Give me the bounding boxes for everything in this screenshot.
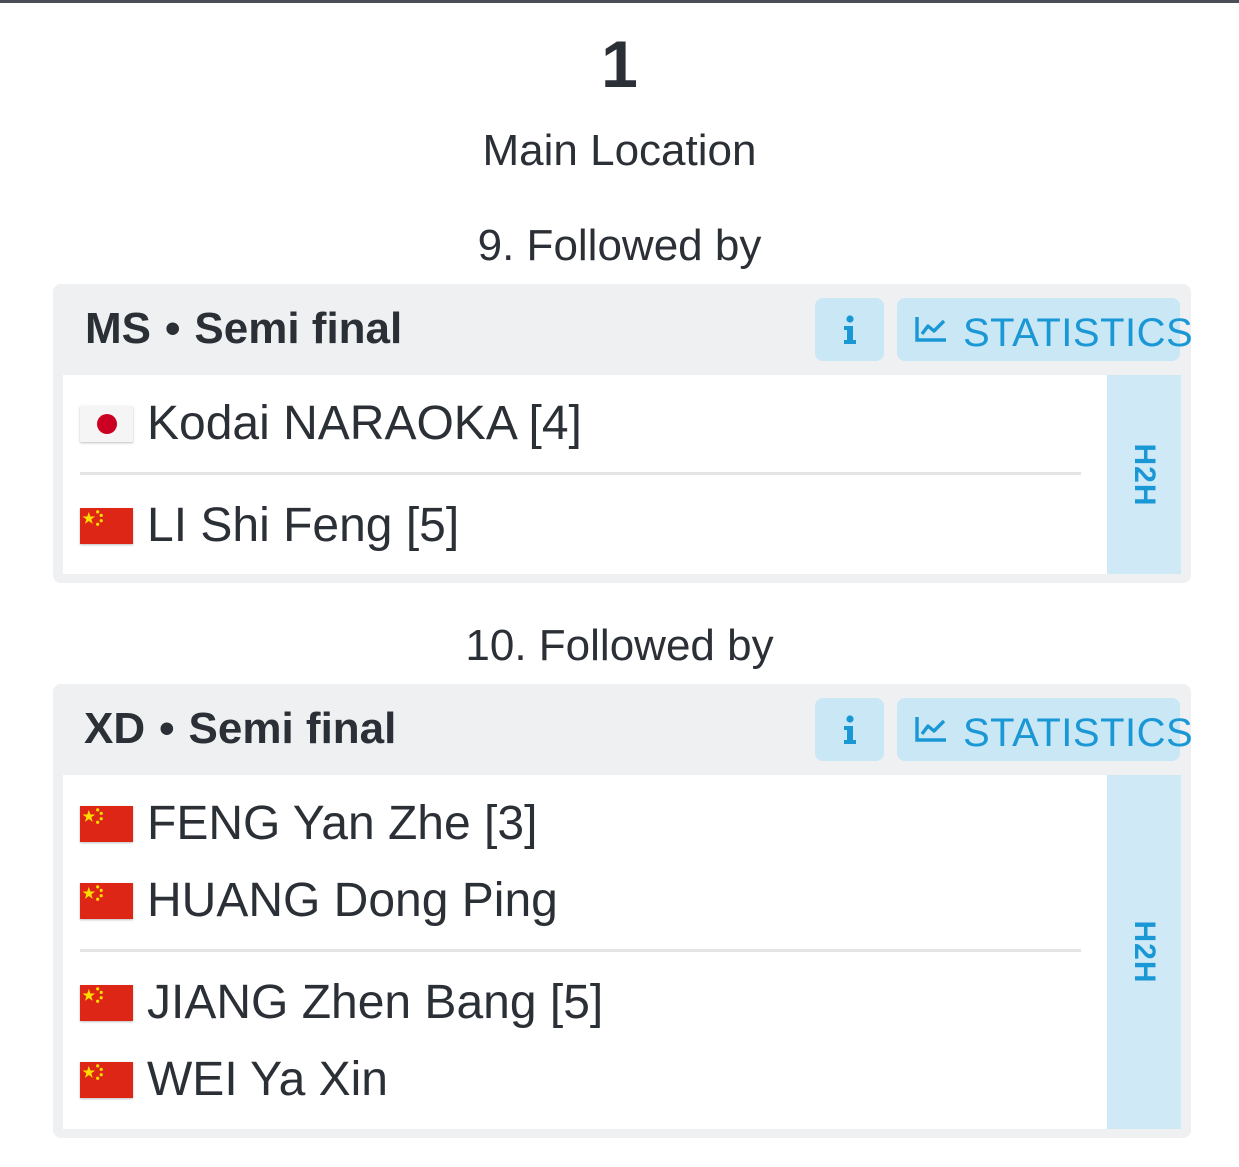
title-separator: • [159,704,175,753]
player-row: FENG Yan Zhe [3] [80,794,537,854]
info-button[interactable] [815,698,884,761]
info-icon [843,314,856,344]
match-players: FENG Yan Zhe [3] HUANG Dong Ping JIANG Z… [63,775,1181,1129]
top-bar-border [0,0,1239,3]
japan-flag-icon [80,406,133,442]
statistics-label: STATISTICS [963,711,1194,755]
match-title: MS • Semi final [85,302,402,356]
player-row: WEI Ya Xin [80,1050,388,1110]
info-button[interactable] [815,298,884,361]
h2h-label: H2H [1128,442,1161,507]
event-code: XD [84,704,146,753]
match-title: XD • Semi final [84,702,396,756]
h2h-label: H2H [1128,920,1161,984]
round-name: Semi final [194,304,403,353]
player-name[interactable]: FENG Yan Zhe [3] [147,794,537,854]
player-name[interactable]: HUANG Dong Ping [147,871,558,931]
china-flag-icon [80,508,133,544]
player-name[interactable]: WEI Ya Xin [147,1050,388,1110]
title-separator: • [165,304,181,353]
court-number: 1 [601,27,638,101]
statistics-button[interactable]: STATISTICS [897,298,1193,361]
statistics-label: STATISTICS [963,311,1194,355]
court-location: Main Location [482,126,757,175]
player-row: Kodai NARAOKA [4] [80,394,582,454]
china-flag-icon [80,806,133,842]
player-row: HUANG Dong Ping [80,871,558,931]
match-header: XD • Semi final STATISTICS [53,684,1193,774]
player-row: JIANG Zhen Bang [5] [80,973,603,1033]
info-icon [843,714,856,744]
player-row: LI Shi Feng [5] [80,496,459,556]
match-players: Kodai NARAOKA [4] LI Shi Feng [5] H2H [63,375,1181,574]
match-header: MS • Semi final STATISTICS [53,284,1193,374]
followed-by-label: 9. Followed by [477,221,762,270]
event-code: MS [85,304,151,353]
match-card: MS • Semi final STATISTICS Kodai NARAOKA [… [53,284,1193,583]
h2h-button[interactable]: H2H [1107,375,1181,574]
statistics-button[interactable]: STATISTICS [897,698,1193,761]
china-flag-icon [80,985,133,1021]
player-name[interactable]: JIANG Zhen Bang [5] [147,973,603,1033]
team-divider [80,949,1081,952]
player-name[interactable]: LI Shi Feng [5] [147,496,459,556]
china-flag-icon [80,883,133,919]
round-name: Semi final [188,704,397,753]
player-name[interactable]: Kodai NARAOKA [4] [147,394,582,454]
china-flag-icon [80,1062,133,1098]
line-chart-icon [915,317,946,342]
team-divider [80,472,1081,475]
match-card: XD • Semi final STATISTICS FENG Yan Zhe [3… [53,684,1193,1138]
followed-by-label: 10. Followed by [465,621,774,670]
h2h-button[interactable]: H2H [1107,775,1181,1129]
line-chart-icon [915,717,946,742]
